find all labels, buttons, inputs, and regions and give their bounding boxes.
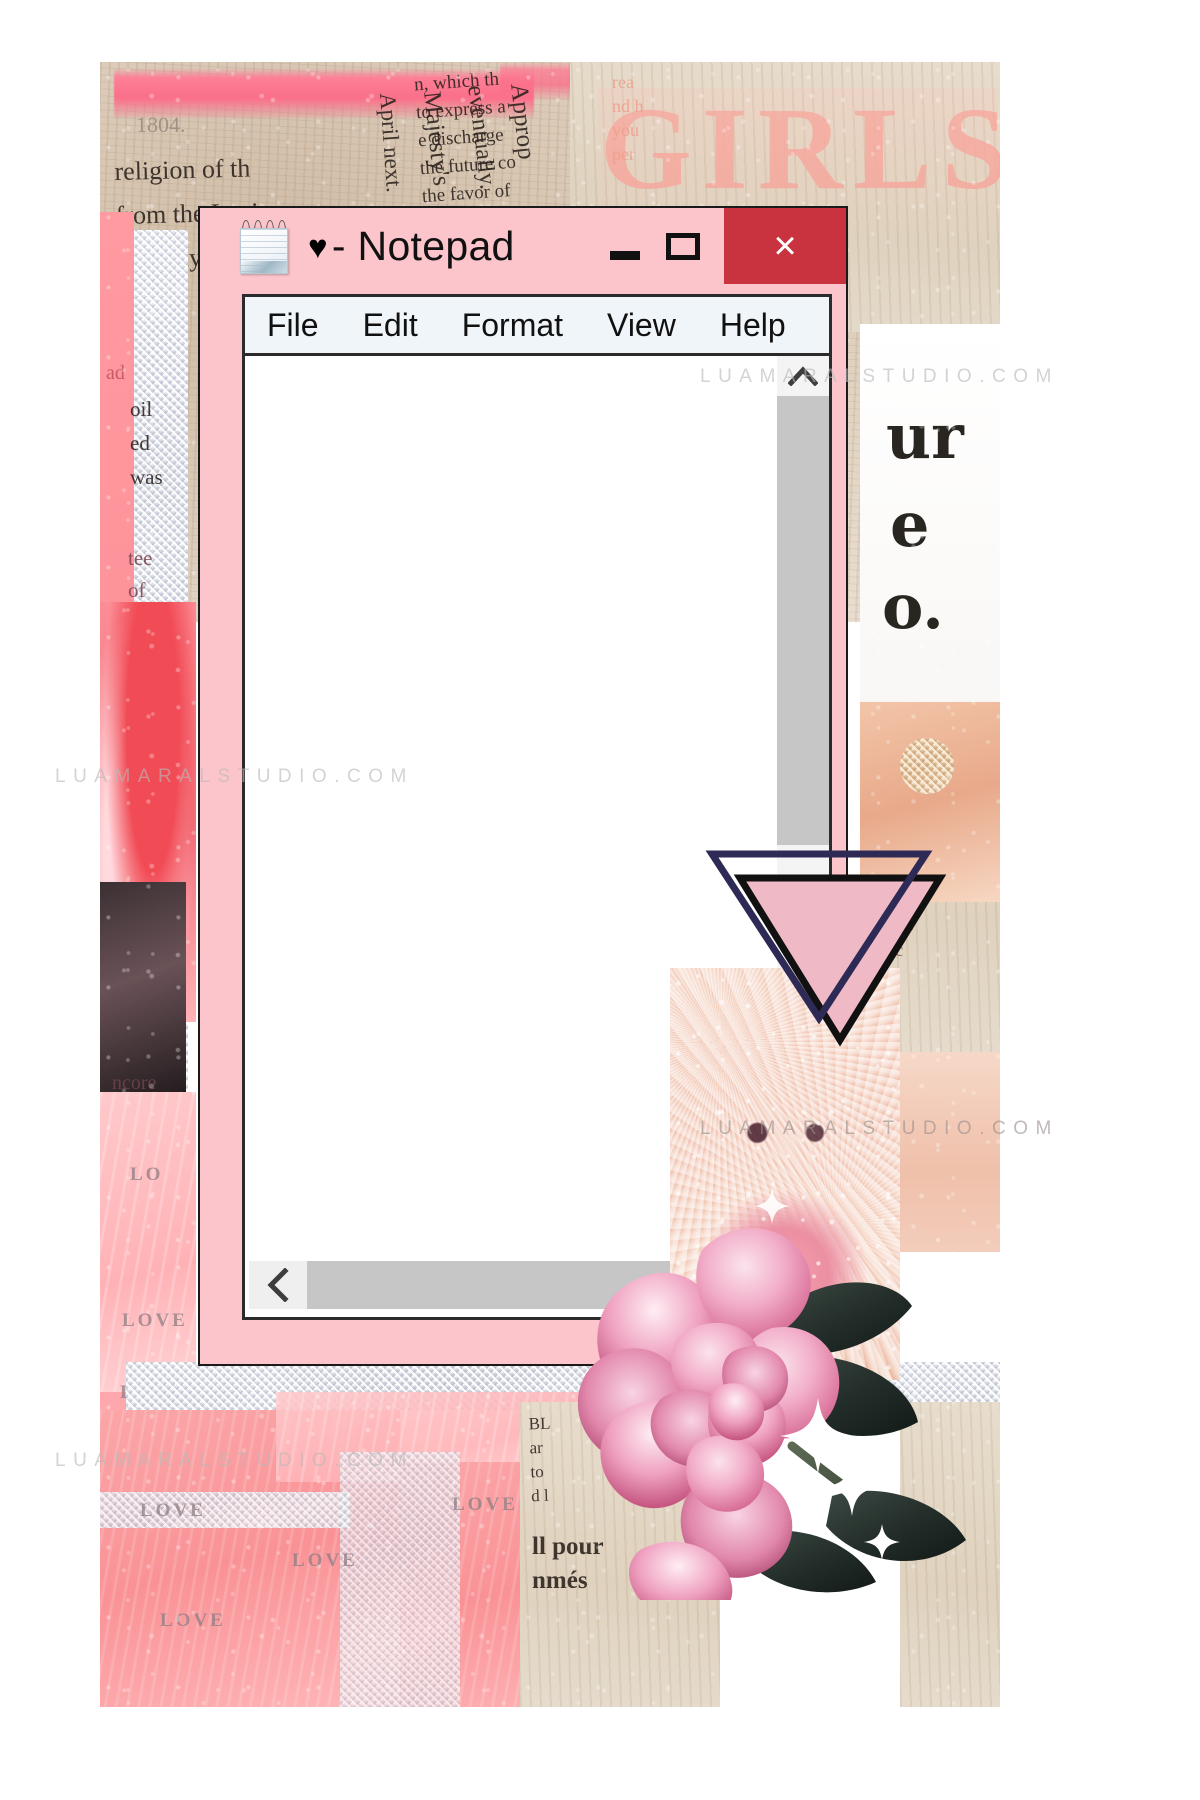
maximize-button[interactable] (654, 208, 712, 284)
heart-icon: ♥ (308, 227, 328, 265)
close-button[interactable]: × (724, 208, 846, 284)
minimize-icon (610, 250, 640, 260)
peony-bouquet (520, 1130, 1000, 1624)
notepad-title-bar[interactable]: ♥ - Notepad × (200, 208, 846, 284)
notepad-icon-page (240, 228, 288, 274)
menu-item-format[interactable]: Format (462, 307, 563, 344)
chevron-left-icon (267, 1268, 289, 1302)
menu-item-view[interactable]: View (607, 307, 676, 344)
vertical-scroll-thumb[interactable] (777, 396, 829, 845)
window-title-label: - Notepad (331, 222, 515, 269)
notepad-icon (240, 220, 288, 274)
maximize-icon (666, 232, 700, 260)
minimize-button[interactable] (596, 208, 654, 284)
menu-item-edit[interactable]: Edit (363, 307, 418, 344)
menu-bar[interactable]: File Edit Format View Help (245, 297, 829, 356)
window-controls[interactable]: × (596, 208, 846, 284)
menu-item-file[interactable]: File (267, 307, 319, 344)
scroll-left-button[interactable] (249, 1261, 307, 1309)
menu-item-help[interactable]: Help (720, 307, 786, 344)
scroll-up-button[interactable] (777, 356, 829, 396)
chevron-up-icon (788, 366, 818, 386)
sparkle-star-tiny (754, 1188, 790, 1224)
leaf-lower-right (826, 1490, 966, 1561)
poster-canvas: 1804. religion of th from the Legis ssem… (0, 0, 1200, 1800)
window-title: ♥ - Notepad (308, 223, 515, 270)
